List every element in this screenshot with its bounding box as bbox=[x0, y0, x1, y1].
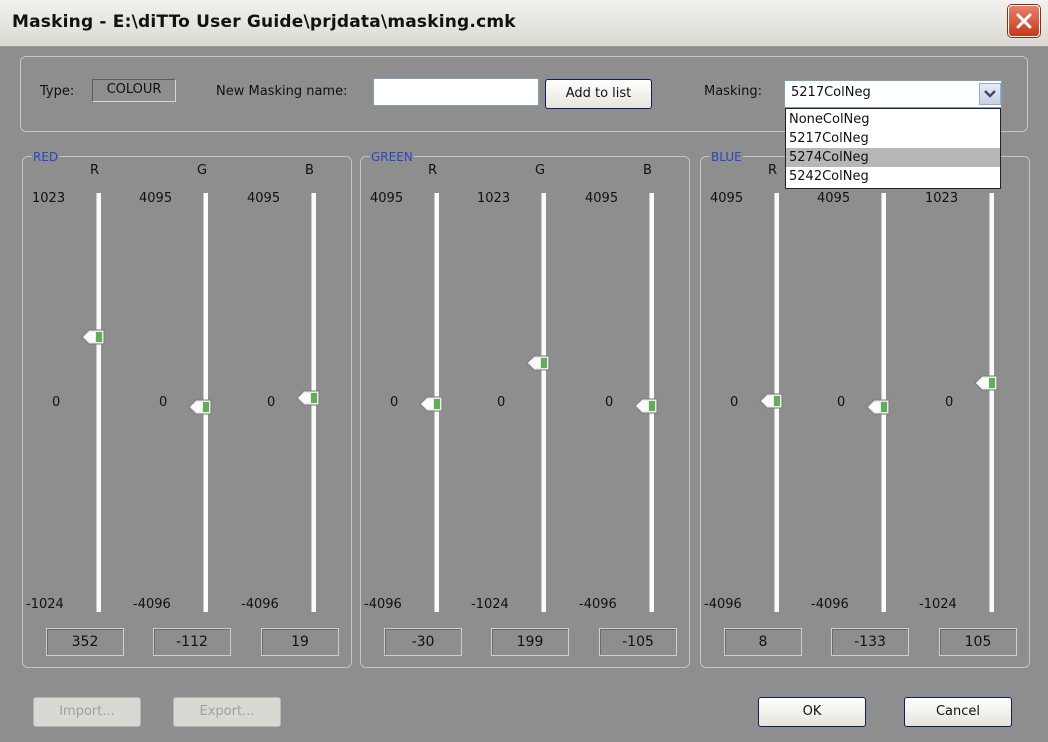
slider-blue-b-max-label: 1023 bbox=[925, 191, 959, 206]
slider-red-r-thumb[interactable] bbox=[81, 329, 105, 345]
slider-blue-g-mid-label: 0 bbox=[837, 395, 846, 410]
close-x-icon bbox=[1016, 13, 1032, 29]
slider-blue-b-mid-label: 0 bbox=[945, 395, 954, 410]
slider-green-r-mid-label: 0 bbox=[390, 395, 399, 410]
slider-red-b-value: 19 bbox=[261, 628, 339, 656]
slider-thumb-icon bbox=[526, 355, 550, 371]
type-value-text: COLOUR bbox=[106, 82, 162, 97]
group-red bbox=[22, 156, 352, 668]
masking-selected-value: 5217ColNeg bbox=[791, 85, 871, 100]
slider-red-r-track[interactable] bbox=[96, 193, 101, 612]
chevron-down-icon bbox=[984, 90, 996, 98]
slider-thumb-icon bbox=[81, 329, 105, 345]
slider-red-g-min-label: -4096 bbox=[133, 597, 171, 612]
slider-green-b-max-label: 4095 bbox=[585, 191, 619, 206]
import-button[interactable]: Import... bbox=[33, 697, 141, 727]
window-title: Masking - E:\diTTo User Guide\prjdata\ma… bbox=[12, 12, 516, 32]
slider-red-g-value: -112 bbox=[153, 628, 231, 656]
slider-green-g-thumb[interactable] bbox=[526, 355, 550, 371]
slider-green-b-min-label: -4096 bbox=[579, 597, 617, 612]
type-label: Type: bbox=[40, 84, 75, 99]
slider-blue-r-mid-label: 0 bbox=[730, 395, 739, 410]
new-masking-name-input[interactable] bbox=[373, 78, 539, 106]
slider-green-r-channel-label: R bbox=[428, 163, 438, 178]
slider-green-g-min-label: -1024 bbox=[471, 597, 509, 612]
slider-blue-g-min-label: -4096 bbox=[811, 597, 849, 612]
masking-dropdown-list: NoneColNeg 5217ColNeg 5274ColNeg 5242ColNeg bbox=[785, 108, 1001, 189]
masking-label: Masking: bbox=[704, 84, 762, 99]
slider-thumb-icon bbox=[188, 399, 212, 415]
slider-blue-b-min-label: -1024 bbox=[919, 597, 957, 612]
slider-green-b-mid-label: 0 bbox=[605, 395, 614, 410]
slider-green-b-thumb[interactable] bbox=[634, 398, 658, 414]
masking-option[interactable]: 5242ColNeg bbox=[786, 167, 1000, 186]
slider-red-b-max-label: 4095 bbox=[247, 191, 281, 206]
masking-select[interactable]: 5217ColNeg bbox=[784, 80, 1002, 108]
slider-red-b-min-label: -4096 bbox=[241, 597, 279, 612]
slider-red-r-value: 352 bbox=[46, 628, 124, 656]
masking-dialog: Masking - E:\diTTo User Guide\prjdata\ma… bbox=[0, 0, 1048, 742]
slider-thumb-icon bbox=[759, 393, 783, 409]
slider-red-r-mid-label: 0 bbox=[52, 395, 61, 410]
slider-thumb-icon bbox=[419, 396, 443, 412]
slider-blue-r-channel-label: R bbox=[768, 163, 778, 178]
slider-thumb-icon bbox=[866, 399, 890, 415]
slider-red-r-channel-label: R bbox=[90, 163, 100, 178]
masking-option[interactable]: 5217ColNeg bbox=[786, 129, 1000, 148]
slider-green-r-value: -30 bbox=[384, 628, 462, 656]
ok-button[interactable]: OK bbox=[758, 697, 866, 727]
slider-green-g-track[interactable] bbox=[541, 193, 546, 612]
slider-red-r-max-label: 1023 bbox=[32, 191, 66, 206]
group-title-green: GREEN bbox=[370, 150, 414, 164]
slider-blue-g-max-label: 4095 bbox=[817, 191, 851, 206]
masking-option[interactable]: 5274ColNeg bbox=[786, 148, 1000, 167]
close-button[interactable] bbox=[1008, 5, 1040, 37]
slider-thumb-icon bbox=[296, 390, 320, 406]
add-to-list-button[interactable]: Add to list bbox=[545, 79, 652, 109]
slider-red-b-mid-label: 0 bbox=[267, 395, 276, 410]
masking-option[interactable]: NoneColNeg bbox=[786, 110, 1000, 129]
slider-green-r-min-label: -4096 bbox=[364, 597, 402, 612]
group-title-blue: BLUE bbox=[710, 150, 743, 164]
slider-red-r-min-label: -1024 bbox=[26, 597, 64, 612]
slider-thumb-icon bbox=[634, 398, 658, 414]
slider-red-g-channel-label: G bbox=[197, 163, 208, 178]
slider-blue-r-min-label: -4096 bbox=[704, 597, 742, 612]
slider-red-b-channel-label: B bbox=[305, 163, 314, 178]
new-name-label: New Masking name: bbox=[216, 84, 348, 99]
slider-blue-r-value: 8 bbox=[724, 628, 802, 656]
slider-green-g-channel-label: G bbox=[535, 163, 546, 178]
slider-blue-r-max-label: 4095 bbox=[710, 191, 744, 206]
masking-dropdown-button[interactable] bbox=[979, 83, 1001, 105]
slider-green-g-max-label: 1023 bbox=[477, 191, 511, 206]
cancel-button[interactable]: Cancel bbox=[904, 697, 1012, 727]
slider-red-g-max-label: 4095 bbox=[139, 191, 173, 206]
slider-blue-b-value: 105 bbox=[939, 628, 1017, 656]
slider-blue-b-thumb[interactable] bbox=[974, 375, 998, 391]
export-button[interactable]: Export... bbox=[173, 697, 281, 727]
type-value: COLOUR bbox=[92, 79, 176, 102]
slider-green-g-mid-label: 0 bbox=[497, 395, 506, 410]
slider-green-g-value: 199 bbox=[491, 628, 569, 656]
slider-blue-g-value: -133 bbox=[831, 628, 909, 656]
slider-blue-g-thumb[interactable] bbox=[866, 399, 890, 415]
slider-green-b-channel-label: B bbox=[643, 163, 652, 178]
slider-green-r-thumb[interactable] bbox=[419, 396, 443, 412]
slider-thumb-icon bbox=[974, 375, 998, 391]
slider-blue-b-track[interactable] bbox=[989, 193, 994, 612]
group-blue bbox=[700, 156, 1030, 668]
slider-red-g-mid-label: 0 bbox=[159, 395, 168, 410]
slider-green-r-max-label: 4095 bbox=[370, 191, 404, 206]
slider-red-g-thumb[interactable] bbox=[188, 399, 212, 415]
slider-blue-r-thumb[interactable] bbox=[759, 393, 783, 409]
title-bar[interactable]: Masking - E:\diTTo User Guide\prjdata\ma… bbox=[0, 0, 1048, 47]
group-title-red: RED bbox=[32, 150, 60, 164]
slider-red-b-thumb[interactable] bbox=[296, 390, 320, 406]
slider-green-b-value: -105 bbox=[599, 628, 677, 656]
